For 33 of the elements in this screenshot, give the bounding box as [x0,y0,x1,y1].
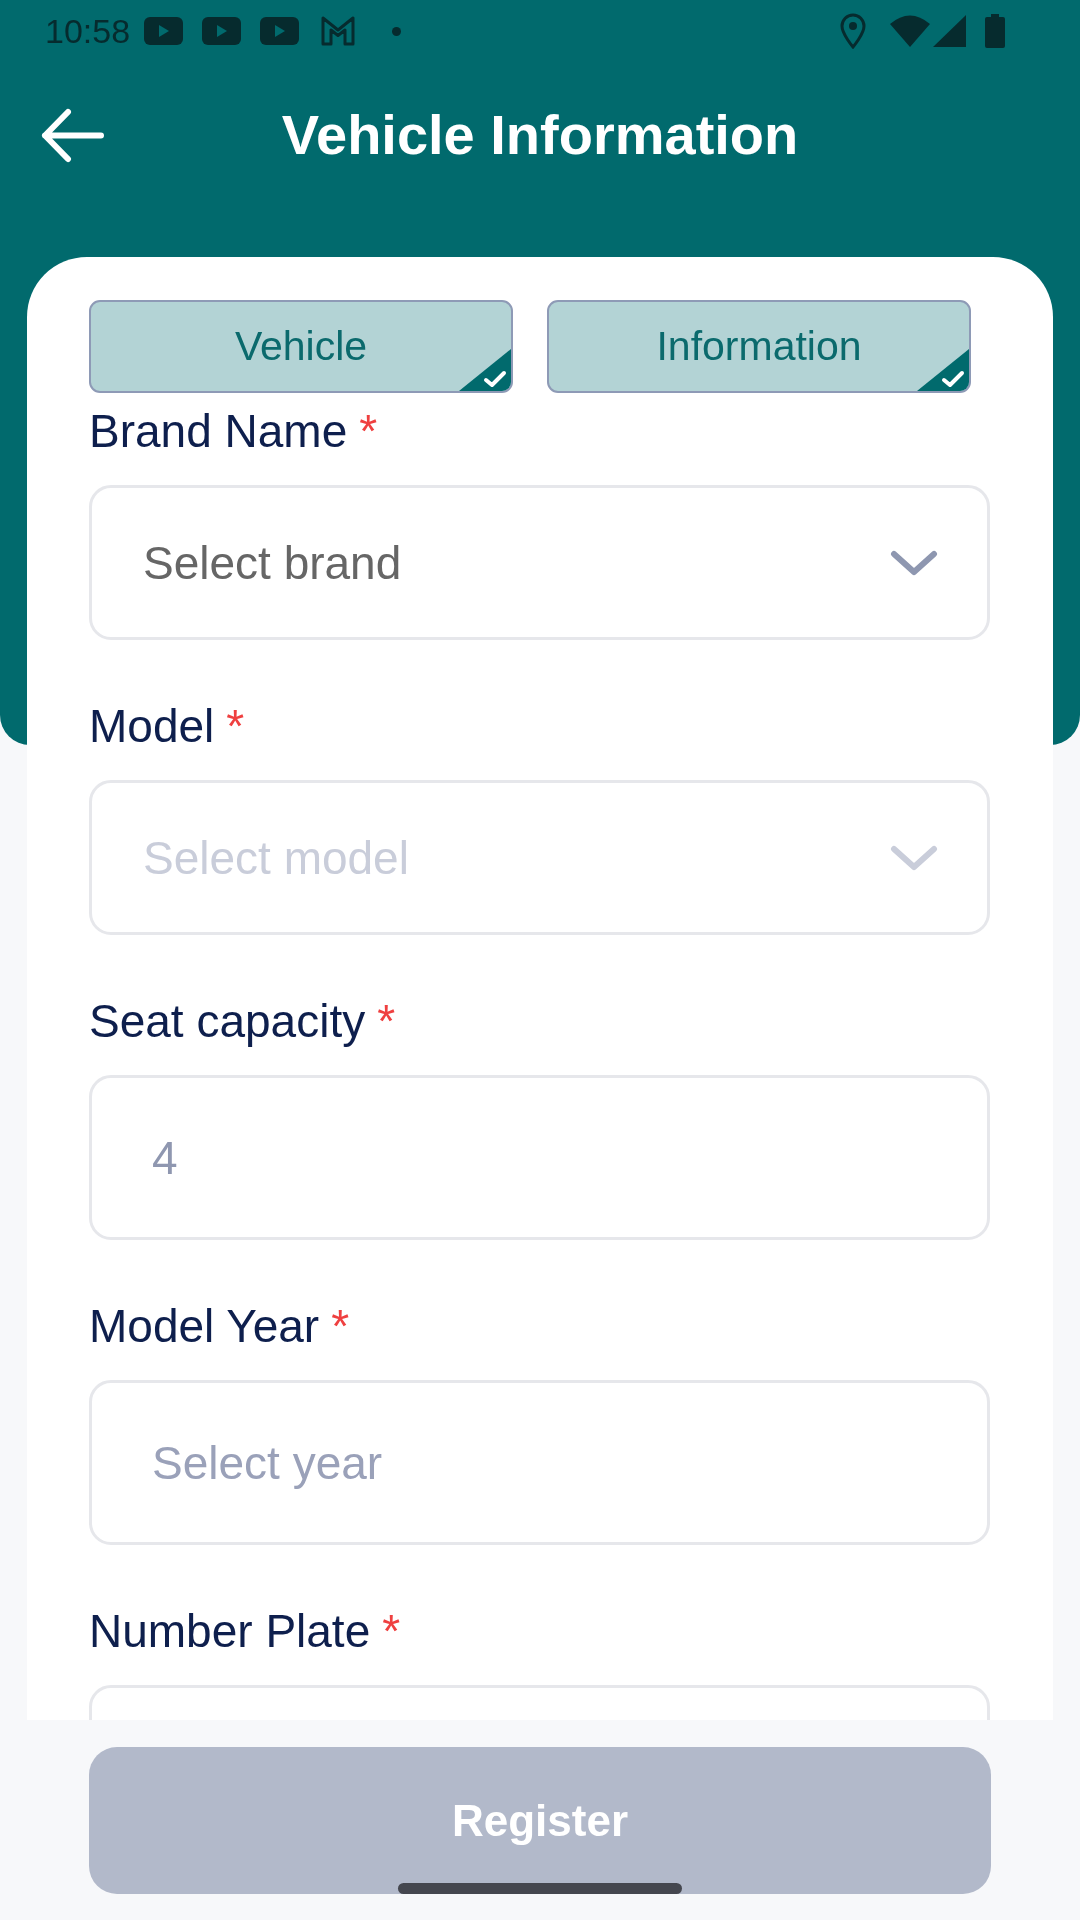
location-pin-icon [840,13,866,49]
field-label: Seat capacity [89,995,366,1047]
video-play-icon [260,17,300,45]
battery-icon [985,14,1005,48]
chevron-down-icon [890,549,938,576]
video-play-icon [144,17,184,45]
checkmark-corner-icon [459,349,511,391]
step-tab[interactable]: Vehicle [89,300,513,393]
video-play-icon [202,17,242,45]
field-label: Model [89,700,215,752]
wifi-icon [890,15,930,47]
required-asterisk: * [359,405,378,457]
field-label: Brand Name [89,405,348,457]
text-input-field[interactable]: Select year [89,1380,990,1545]
required-asterisk: * [377,995,396,1047]
field-label: Number Plate [89,1605,371,1657]
home-indicator[interactable] [398,1883,682,1894]
text-input-field[interactable]: 4 [89,1075,990,1240]
dropdown-field[interactable]: Select brand [89,485,990,640]
screen-title: Vehicle Information [281,102,799,168]
mail-icon [321,16,356,46]
back-arrow-icon [41,107,105,163]
required-asterisk: * [382,1605,401,1657]
required-asterisk: * [331,1300,350,1352]
status-time: 10:58 [45,11,131,51]
field-label: Model Year [89,1300,320,1352]
signal-icon [933,15,966,47]
chevron-down-icon [890,844,938,871]
back-button[interactable] [41,107,105,163]
checkmark-corner-icon [917,349,969,391]
required-asterisk: * [226,700,245,752]
step-tab[interactable]: Information [547,300,971,393]
notification-dot-icon [392,26,402,36]
